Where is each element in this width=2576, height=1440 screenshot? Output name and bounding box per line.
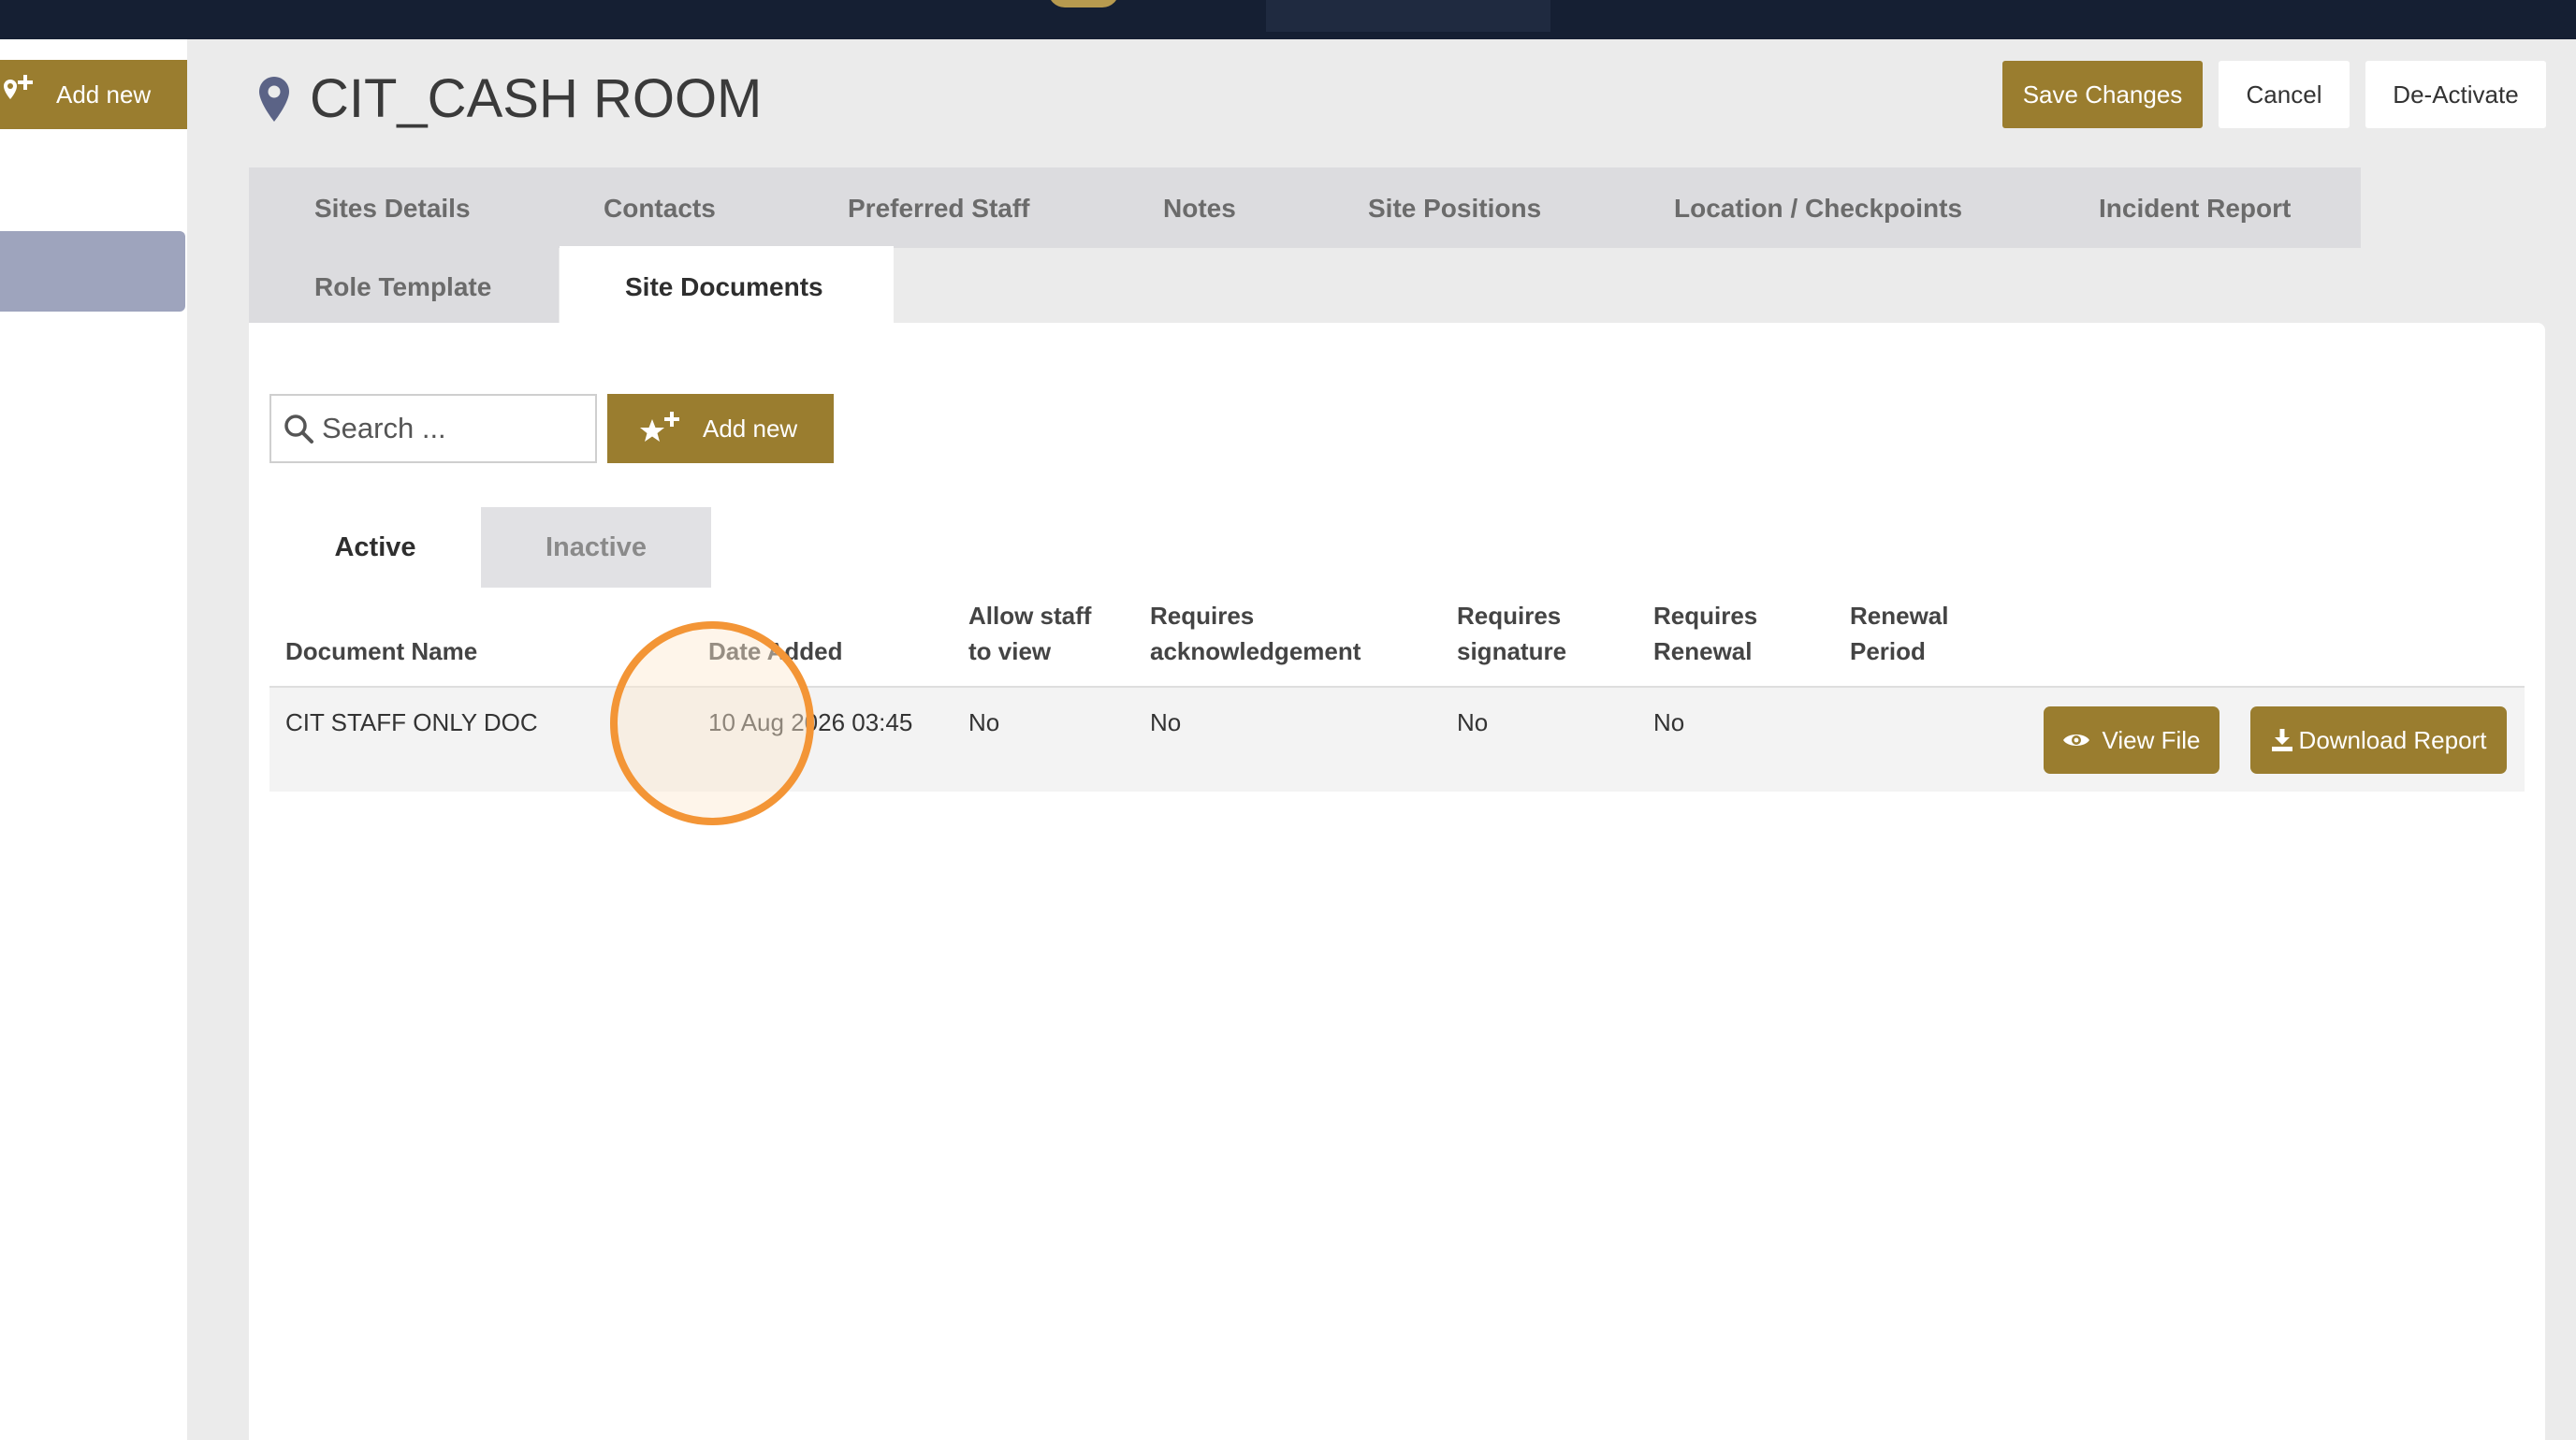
column-header-line: Requires — [1150, 602, 1255, 630]
download-report-button[interactable]: Download Report — [2250, 706, 2507, 774]
subtab-inactive[interactable]: Inactive — [481, 507, 711, 588]
tab-role-template[interactable]: Role Template — [314, 272, 491, 302]
tab-preferred-staff[interactable]: Preferred Staff — [848, 194, 1030, 224]
cancel-button[interactable]: Cancel — [2219, 61, 2350, 128]
column-header-line: Renewal — [1653, 637, 1753, 665]
search-placeholder: Search ... — [322, 412, 446, 444]
column-header-line: Period — [1850, 637, 1926, 665]
sidebar-add-new-button[interactable]: Add new — [0, 60, 187, 129]
click-indicator — [610, 621, 814, 825]
column-header-renewal-period[interactable]: Renewal Period — [1850, 598, 1949, 669]
download-report-label: Download Report — [2298, 725, 2487, 754]
sidebar: Add new — [0, 39, 187, 1440]
column-header-line: signature — [1457, 637, 1567, 665]
column-header-line: Requires — [1653, 602, 1758, 630]
view-file-button[interactable]: View File — [2044, 706, 2219, 774]
sidebar-selected-item[interactable] — [0, 231, 185, 312]
sidebar-add-new-label: Add new — [56, 80, 152, 109]
documents-panel — [249, 323, 2545, 1440]
add-star-icon — [640, 412, 679, 442]
add-document-label: Add new — [703, 414, 798, 443]
cell-allow-staff-to-view: No — [968, 708, 1000, 736]
tab-notes[interactable]: Notes — [1163, 194, 1236, 224]
view-file-label: View File — [2102, 725, 2201, 754]
page-title: CIT_CASH ROOM — [310, 68, 763, 129]
tab-location-checkpoints[interactable]: Location / Checkpoints — [1674, 194, 1962, 224]
add-document-button[interactable]: Add new — [607, 394, 834, 463]
cell-requires-signature: No — [1457, 708, 1489, 736]
tab-site-documents[interactable]: Site Documents — [625, 272, 823, 302]
cell-requires-renewal: No — [1653, 708, 1685, 736]
search-input[interactable]: Search ... — [269, 394, 597, 463]
column-header-line: Renewal — [1850, 602, 1949, 630]
subtab-active[interactable]: Active — [269, 507, 481, 588]
download-icon — [2271, 729, 2292, 751]
tab-incident-report[interactable]: Incident Report — [2099, 194, 2291, 224]
save-changes-button[interactable]: Save Changes — [2002, 61, 2203, 128]
nav-tab-highlight[interactable] — [1266, 0, 1550, 32]
tab-sites-details[interactable]: Sites Details — [314, 194, 471, 224]
column-header-line: acknowledgement — [1150, 637, 1361, 665]
tab-contacts[interactable]: Contacts — [604, 194, 716, 224]
search-icon — [284, 415, 313, 444]
tab-site-positions[interactable]: Site Positions — [1368, 194, 1541, 224]
column-header-line: Requires — [1457, 602, 1562, 630]
cell-requires-acknowledgement: No — [1150, 708, 1182, 736]
column-header-requires-renewal[interactable]: Requires Renewal — [1653, 598, 1757, 669]
column-header-allow-staff[interactable]: Allow staff to view — [968, 598, 1091, 669]
deactivate-button[interactable]: De-Activate — [2365, 61, 2546, 128]
eye-icon — [2063, 735, 2090, 746]
nav-indicator — [1048, 0, 1119, 7]
top-nav-bar — [0, 0, 2576, 39]
tab-bar — [249, 167, 2361, 248]
location-pin-icon — [259, 77, 289, 122]
cell-document-name: CIT STAFF ONLY DOC — [285, 708, 538, 736]
column-header-requires-acknowledgement[interactable]: Requires acknowledgement — [1150, 598, 1361, 669]
column-header-line: to view — [968, 637, 1052, 665]
column-header-document-name[interactable]: Document Name — [285, 633, 477, 669]
column-header-requires-signature[interactable]: Requires signature — [1457, 598, 1566, 669]
column-header-line: Allow staff — [968, 602, 1092, 630]
add-location-icon — [0, 73, 39, 124]
